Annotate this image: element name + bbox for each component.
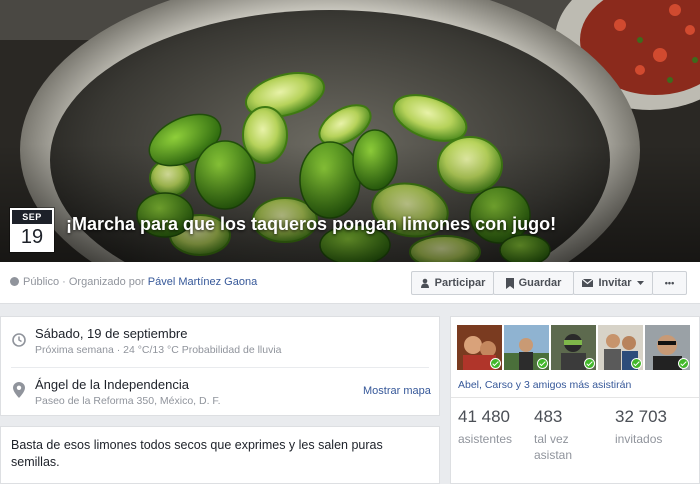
- event-title: ¡Marcha para que los taqueros pongan lim…: [66, 214, 557, 234]
- organizer-link[interactable]: Pável Martínez Gaona: [148, 276, 257, 288]
- more-options-button[interactable]: •••: [652, 271, 687, 295]
- going-check-icon: [584, 358, 595, 369]
- invite-button[interactable]: Invitar: [573, 271, 653, 295]
- date-month: SEP: [12, 210, 52, 224]
- globe-icon: [10, 277, 19, 286]
- event-date-badge: SEP 19: [9, 207, 55, 253]
- organized-by-prefix: · Organizado por: [62, 276, 145, 288]
- event-description-card: Basta de esos limones todos secos que ex…: [0, 426, 440, 484]
- avatar[interactable]: [457, 325, 502, 370]
- maybe-label-line-1: tal vez: [534, 432, 569, 446]
- avatar[interactable]: [645, 325, 690, 370]
- show-map-link[interactable]: Mostrar mapa: [363, 385, 431, 397]
- envelope-icon: [582, 279, 594, 287]
- going-label[interactable]: asistentes: [458, 431, 512, 447]
- going-check-icon: [631, 358, 642, 369]
- event-meta: Público · Organizado por Pável Martínez …: [10, 276, 257, 288]
- event-cover-photo[interactable]: SEP 19 ¡Marcha para que los taqueros pon…: [0, 0, 700, 262]
- person-icon: [420, 278, 429, 288]
- details-divider: [11, 367, 429, 368]
- maybe-label-line-2: asistan: [534, 448, 573, 462]
- friends-going-avatars: [457, 325, 690, 370]
- avatar[interactable]: [504, 325, 549, 370]
- going-check-icon: [537, 358, 548, 369]
- event-location-address: Paseo de la Reforma 350, México, D. F.: [35, 395, 221, 407]
- save-label: Guardar: [518, 277, 562, 289]
- event-details-card: Sábado, 19 de septiembre Próxima semana …: [0, 316, 440, 416]
- guests-divider: [451, 397, 699, 398]
- event-location-name[interactable]: Ángel de la Independencia: [35, 377, 189, 392]
- save-button[interactable]: Guardar: [493, 271, 574, 295]
- date-day: 19: [20, 226, 44, 248]
- privacy-label: Público: [23, 276, 60, 288]
- maybe-label[interactable]: tal vez asistan: [534, 431, 572, 463]
- avatar[interactable]: [598, 325, 643, 370]
- invited-label[interactable]: invitados: [615, 431, 662, 447]
- event-action-bar: Público · Organizado por Pável Martínez …: [0, 262, 700, 304]
- event-weather-line: Próxima semana · 24 °C/13 °C Probabilida…: [35, 344, 282, 356]
- avatar[interactable]: [551, 325, 596, 370]
- going-count[interactable]: 41 480: [458, 407, 510, 427]
- maybe-count[interactable]: 483: [534, 407, 562, 427]
- participate-label: Participar: [434, 277, 486, 289]
- event-description: Basta de esos limones todos secos que ex…: [11, 438, 383, 469]
- chevron-down-icon: [636, 281, 644, 285]
- more-options-icon: •••: [664, 278, 675, 288]
- guests-card: Abel, Carso y 3 amigos más asistirán 41 …: [450, 316, 700, 484]
- going-check-icon: [678, 358, 689, 369]
- friends-going-text[interactable]: Abel, Carso y 3 amigos más asistirán: [458, 379, 631, 391]
- participate-button[interactable]: Participar: [411, 271, 494, 295]
- map-pin-icon: [13, 382, 25, 398]
- clock-icon: [12, 333, 26, 347]
- event-date-line: Sábado, 19 de septiembre: [35, 326, 188, 341]
- going-check-icon: [490, 358, 501, 369]
- invite-label: Invitar: [598, 277, 632, 289]
- invited-count[interactable]: 32 703: [615, 407, 667, 427]
- bookmark-icon: [505, 277, 514, 289]
